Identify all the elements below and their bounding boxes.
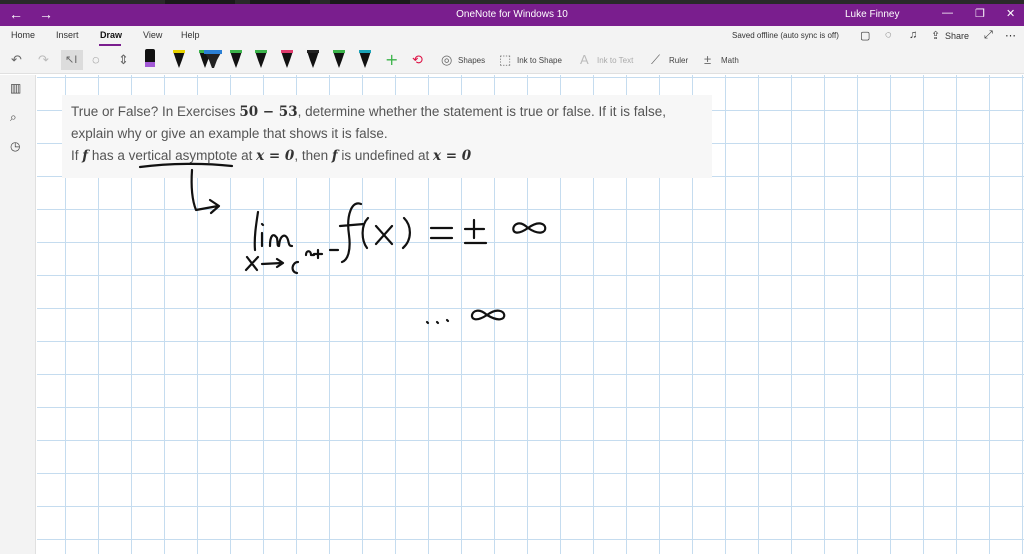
notebook-icon[interactable]: ▢ bbox=[860, 29, 870, 42]
menu-bar: Home Insert Draw View Help Saved offline… bbox=[0, 26, 1024, 46]
tab-help[interactable]: Help bbox=[181, 30, 200, 40]
math-x-equals-0: x = 0 bbox=[256, 148, 295, 164]
problem-text: , then bbox=[294, 148, 332, 163]
title-bar: ← → OneNote for Windows 10 Luke Finney —… bbox=[0, 4, 1024, 26]
add-space-icon[interactable]: ⇕ bbox=[118, 52, 129, 68]
pen-tray: + bbox=[145, 49, 398, 69]
tab-home[interactable]: Home bbox=[11, 30, 35, 40]
maximize-icon[interactable]: ❐ bbox=[975, 7, 985, 20]
search-icon[interactable]: ⌕ bbox=[10, 110, 17, 125]
problem-text: is undefined at bbox=[337, 148, 433, 163]
ruler-button[interactable]: Ruler bbox=[669, 56, 688, 65]
problem-text: True or False? In Exercises bbox=[71, 104, 240, 119]
problem-line-1: True or False? In Exercises 50 − 53, det… bbox=[71, 104, 666, 120]
share-button[interactable]: Share bbox=[945, 31, 969, 41]
problem-line-2: explain why or give an example that show… bbox=[71, 126, 388, 141]
math-x-equals-0: x = 0 bbox=[432, 148, 472, 164]
tab-view[interactable]: View bbox=[143, 30, 162, 40]
pen-9[interactable] bbox=[359, 50, 371, 68]
notebooks-icon[interactable]: ▥ bbox=[10, 81, 21, 95]
ink-to-shape-button[interactable]: Ink to Shape bbox=[517, 56, 562, 65]
add-pen-icon[interactable]: + bbox=[385, 50, 398, 69]
lightbulb-icon[interactable]: ◌ bbox=[885, 29, 892, 41]
problem-line-3: If f has a vertical asymptote at x = 0, … bbox=[71, 148, 471, 164]
navigation-sidebar: ▥ ⌕ ◷ bbox=[0, 75, 36, 554]
more-icon[interactable]: ⋯ bbox=[1005, 29, 1016, 42]
shapes-icon[interactable]: ◎ bbox=[441, 52, 452, 68]
minimize-icon[interactable]: — bbox=[942, 7, 953, 19]
ink-to-shape-icon[interactable]: ⬚ bbox=[499, 52, 511, 68]
close-icon[interactable]: ✕ bbox=[1006, 7, 1015, 20]
ink-to-text-icon[interactable]: A bbox=[580, 52, 589, 67]
pen-6[interactable] bbox=[281, 50, 293, 68]
onenote-window: ← → OneNote for Windows 10 Luke Finney —… bbox=[0, 0, 1024, 554]
tab-insert[interactable]: Insert bbox=[56, 30, 79, 40]
expand-icon[interactable]: ⤢ bbox=[984, 29, 993, 42]
redo-icon[interactable]: ↷ bbox=[38, 52, 49, 68]
sync-status: Saved offline (auto sync is off) bbox=[732, 31, 839, 40]
pen-7[interactable] bbox=[307, 50, 319, 68]
bell-icon[interactable]: ♫ bbox=[909, 29, 917, 41]
problem-text: If bbox=[71, 148, 83, 163]
undo-icon[interactable]: ↶ bbox=[11, 52, 22, 68]
recent-clock-icon[interactable]: ◷ bbox=[10, 139, 20, 153]
math-icon[interactable]: ± bbox=[704, 52, 711, 67]
share-icon[interactable]: ⇪ bbox=[931, 29, 940, 42]
tab-draw[interactable]: Draw bbox=[100, 30, 122, 40]
pen-5[interactable] bbox=[255, 50, 267, 68]
pen-2[interactable] bbox=[173, 50, 185, 68]
pen-4[interactable] bbox=[230, 50, 242, 68]
exercise-range: 50 − 53 bbox=[239, 104, 298, 120]
ink-replay-icon[interactable]: ⟲ bbox=[412, 52, 423, 68]
text-select-icon: ↖I bbox=[65, 54, 78, 66]
ink-to-text-button[interactable]: Ink to Text bbox=[597, 56, 633, 65]
lasso-select-icon[interactable]: ◌ bbox=[92, 52, 100, 67]
ruler-icon[interactable]: ⟋ bbox=[651, 52, 660, 68]
draw-toolbar: ↶ ↷ ↖I ◌ ⇕ + ⟲ ◎ Shapes ⬚ Ink to Shape A… bbox=[0, 46, 1024, 74]
math-button[interactable]: Math bbox=[721, 56, 739, 65]
user-name[interactable]: Luke Finney bbox=[845, 9, 899, 20]
pen-1[interactable] bbox=[145, 49, 155, 67]
problem-text: has a vertical asymptote at bbox=[88, 148, 257, 163]
problem-text: , determine whether the statement is tru… bbox=[297, 104, 667, 119]
pen-8[interactable] bbox=[333, 50, 345, 68]
shapes-button[interactable]: Shapes bbox=[458, 56, 485, 65]
